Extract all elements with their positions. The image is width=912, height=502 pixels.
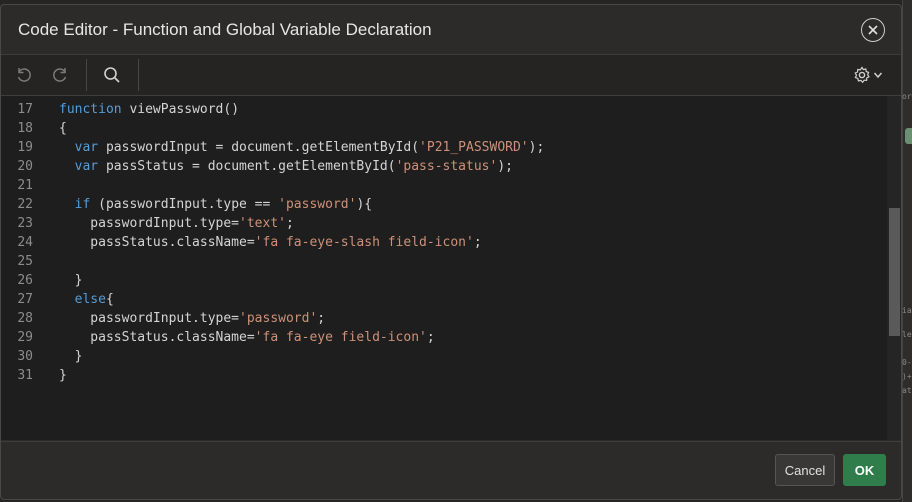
line-number: 31 — [17, 368, 33, 383]
code-text: ); — [497, 159, 513, 174]
editor-toolbar — [1, 55, 901, 96]
code-line[interactable]: var passwordInput = document.getElementB… — [59, 138, 545, 157]
code-keyword: function — [59, 102, 122, 117]
background-text: or — [902, 92, 912, 101]
background-toggle — [905, 128, 912, 144]
code-text: passwordInput = document.getElementById( — [98, 140, 420, 155]
line-number: 27 — [17, 292, 33, 307]
toolbar-divider — [86, 59, 87, 91]
code-text: { — [59, 121, 67, 136]
search-button[interactable] — [101, 64, 123, 86]
line-number: 18 — [17, 121, 33, 136]
toolbar-divider — [138, 59, 139, 91]
code-keyword: var — [74, 140, 99, 155]
code-text: passStatus = document.getElementById( — [98, 159, 396, 174]
code-text: passwordInput.type= — [59, 311, 240, 326]
code-string: 'fa fa-eye-slash field-icon' — [254, 235, 474, 250]
code-text: viewPassword() — [121, 102, 240, 117]
code-text: (passwordInput.type == — [90, 197, 279, 212]
code-line[interactable]: } — [59, 271, 83, 290]
dialog-titlebar: Code Editor - Function and Global Variab… — [1, 5, 901, 55]
line-number: 24 — [17, 235, 33, 250]
code-string: 'fa fa-eye field-icon' — [254, 330, 427, 345]
code-string: 'password' — [278, 197, 357, 212]
background-text: 0-i — [902, 358, 912, 367]
undo-button[interactable] — [13, 64, 35, 86]
code-text: passwordInput.type= — [59, 216, 240, 231]
code-text: passStatus.className= — [59, 235, 255, 250]
editor-scrollbar-thumb[interactable] — [889, 208, 900, 336]
code-line[interactable]: if (passwordInput.type == 'password'){ — [59, 195, 372, 214]
code-string: 'P21_PASSWORD' — [419, 140, 529, 155]
line-number: 17 — [17, 102, 33, 117]
code-text: ; — [317, 311, 326, 326]
code-text: { — [105, 292, 114, 307]
gear-icon — [854, 66, 870, 84]
cancel-button[interactable]: Cancel — [775, 454, 835, 486]
undo-icon — [17, 68, 31, 82]
code-line[interactable]: else{ — [59, 290, 114, 309]
line-number: 20 — [17, 159, 33, 174]
close-button[interactable] — [861, 18, 885, 42]
code-keyword: if — [74, 197, 91, 212]
line-number: 30 — [17, 349, 33, 364]
line-number: 26 — [17, 273, 33, 288]
settings-button[interactable] — [853, 64, 887, 86]
dialog-title: Code Editor - Function and Global Variab… — [18, 20, 432, 39]
code-text: } — [59, 273, 83, 288]
code-keyword: var — [74, 159, 99, 174]
code-text: } — [59, 368, 67, 383]
line-number: 23 — [17, 216, 33, 231]
code-text: ; — [473, 235, 482, 250]
code-line[interactable]: var passStatus = document.getElementById… — [59, 157, 513, 176]
code-string: 'password' — [239, 311, 318, 326]
code-string: 'pass-status' — [395, 159, 498, 174]
background-text: le — [902, 330, 912, 339]
line-number: 22 — [17, 197, 33, 212]
code-text: ); — [528, 140, 545, 155]
code-editor[interactable]: 17 function viewPassword() 18 {19 var passw… — [1, 96, 901, 440]
line-number: 19 — [17, 140, 33, 155]
line-number: 29 — [17, 330, 33, 345]
search-icon — [104, 67, 120, 83]
code-editor-dialog: Code Editor - Function and Global Variab… — [0, 4, 902, 500]
redo-button[interactable] — [49, 64, 71, 86]
code-line[interactable]: passStatus.className='fa fa-eye-slash fi… — [59, 233, 482, 252]
code-line[interactable]: function viewPassword() — [59, 100, 239, 119]
code-text: ; — [285, 216, 294, 231]
code-line[interactable]: passStatus.className='fa fa-eye field-ic… — [59, 328, 435, 347]
background-text: ate — [902, 386, 912, 395]
redo-icon — [53, 68, 67, 82]
code-text: } — [59, 349, 83, 364]
code-line[interactable]: passwordInput.type='text'; — [59, 214, 294, 233]
code-string: 'text' — [239, 216, 286, 231]
line-number: 28 — [17, 311, 33, 326]
ok-button[interactable]: OK — [843, 454, 886, 486]
background-panel — [902, 0, 912, 502]
background-text: )+i — [902, 372, 912, 381]
code-text: passStatus.className= — [59, 330, 255, 345]
code-line[interactable]: { — [59, 119, 67, 138]
code-line[interactable]: } — [59, 366, 67, 385]
code-text: ; — [426, 330, 435, 345]
code-keyword: else — [74, 292, 106, 307]
code-line[interactable]: passwordInput.type='password'; — [59, 309, 325, 328]
line-number: 21 — [17, 178, 33, 193]
dialog-footer: Cancel OK — [1, 441, 901, 500]
chevron-down-icon — [873, 72, 883, 79]
code-text: ){ — [356, 197, 373, 212]
background-text: ia — [902, 306, 912, 315]
line-number: 25 — [17, 254, 33, 269]
code-line[interactable]: } — [59, 347, 83, 366]
close-icon — [868, 25, 878, 35]
